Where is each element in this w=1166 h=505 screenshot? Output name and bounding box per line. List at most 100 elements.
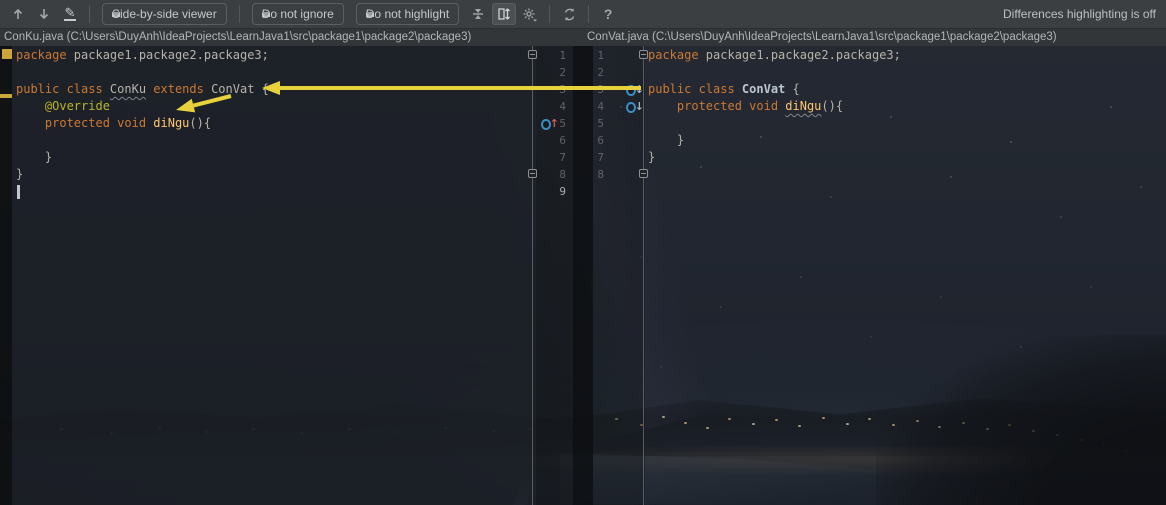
fold-marker[interactable] [528, 50, 537, 59]
sync-scrolling-icon [497, 7, 511, 21]
overrides-method-icon[interactable]: ↑ [541, 117, 559, 131]
fold-marker[interactable] [528, 169, 537, 178]
code-token: @Override [44, 99, 110, 113]
code-line[interactable] [16, 132, 532, 149]
line-number[interactable]: 6 [544, 132, 566, 149]
line-number[interactable]: 6 [588, 132, 604, 149]
code-token: } [16, 167, 24, 181]
code-token: package1.package2.package3; [698, 48, 901, 62]
fold-marker[interactable] [639, 169, 648, 178]
line-number[interactable]: 3 [588, 81, 604, 98]
text-caret [17, 185, 20, 199]
refresh-swap-button[interactable] [557, 3, 581, 25]
collapse-unchanged-button[interactable] [466, 3, 490, 25]
left-editor-marker-strip [0, 46, 12, 505]
toolbar-separator [588, 5, 590, 23]
diff-body: package package1.package2.package3; publi… [0, 46, 1166, 505]
line-number[interactable]: 4 [588, 98, 604, 115]
code-line[interactable]: protected void diNgu(){ [16, 115, 532, 132]
code-line[interactable]: package package1.package2.package3; [16, 47, 532, 64]
diff-window: ✎ Side-by-side viewer Do not ignore Do n… [0, 0, 1166, 505]
highlight-policy-label: Do not highlight [365, 7, 450, 21]
edit-file-button[interactable]: ✎ [58, 3, 82, 25]
fold-marker[interactable] [639, 50, 648, 59]
chevron-down-icon [365, 11, 374, 17]
question-mark-icon: ? [603, 6, 613, 22]
line-number[interactable]: 8 [544, 166, 566, 183]
line-number[interactable]: 1 [588, 47, 604, 64]
code-line[interactable] [16, 183, 532, 200]
previous-difference-button[interactable] [6, 3, 30, 25]
collapse-unchanged-icon [471, 7, 485, 21]
left-file-header: ConKu.java (C:\Users\DuyAnh\IdeaProjects… [4, 31, 472, 43]
right-file-header: ConVat.java (C:\Users\DuyAnh\IdeaProject… [587, 31, 1057, 43]
arrow-up-icon [12, 8, 24, 20]
ignore-policy-label: Do not ignore [261, 7, 334, 21]
ignore-policy-dropdown[interactable]: Do not ignore [251, 3, 344, 25]
code-token: ConVat { [203, 82, 269, 96]
code-token: } [16, 150, 53, 164]
line-number[interactable]: 1 [544, 47, 566, 64]
line-number[interactable]: 2 [588, 64, 604, 81]
right-code-area: package package1.package2.package3; publi… [648, 47, 1163, 183]
highlight-policy-dropdown[interactable]: Do not highlight [355, 3, 460, 25]
left-fold-guide-line [532, 46, 533, 505]
line-number[interactable]: 5 [588, 115, 604, 132]
code-line[interactable]: } [648, 132, 1163, 149]
viewer-mode-label: Side-by-side viewer [112, 7, 217, 21]
code-token: } [648, 133, 685, 147]
code-line[interactable] [648, 166, 1163, 183]
code-line[interactable]: } [16, 149, 532, 166]
right-line-numbers: 12345678 [588, 47, 604, 183]
gutter-arrow-up-icon: ↑ [549, 117, 559, 130]
code-token: ConVat [741, 82, 786, 96]
gutter-arrow-down-icon: ↓ [634, 100, 644, 113]
viewer-mode-dropdown[interactable]: Side-by-side viewer [102, 3, 227, 25]
code-line[interactable] [648, 64, 1163, 81]
line-number[interactable]: 3 [544, 81, 566, 98]
code-line[interactable]: } [648, 149, 1163, 166]
help-button[interactable]: ? [596, 3, 620, 25]
code-token: package1.package2.package3; [66, 48, 269, 62]
code-line[interactable]: public class ConVat { [648, 81, 1163, 98]
line-number[interactable]: 8 [588, 166, 604, 183]
method-is-overridden-icon[interactable]: ↓ [626, 83, 644, 97]
code-line[interactable]: } [16, 166, 532, 183]
swap-sides-icon [562, 7, 577, 22]
toolbar-separator [238, 5, 240, 23]
code-token: extends [153, 82, 204, 96]
code-line[interactable]: public class ConKu extends ConVat { [16, 81, 532, 98]
line-number[interactable]: 7 [544, 149, 566, 166]
code-token: (){ [821, 99, 844, 113]
code-token: package [648, 48, 699, 62]
file-headers: ConKu.java (C:\Users\DuyAnh\IdeaProjects… [0, 28, 1166, 46]
code-token: protected void [44, 116, 154, 130]
code-line[interactable] [648, 115, 1163, 132]
toolbar-separator [89, 5, 90, 23]
code-token: package [16, 48, 67, 62]
toolbar-separator [549, 5, 551, 23]
line-number[interactable]: 2 [544, 64, 566, 81]
line-number[interactable]: 4 [544, 98, 566, 115]
change-marker-dash [0, 94, 12, 98]
code-line[interactable]: package package1.package2.package3; [648, 47, 1163, 64]
code-line[interactable] [16, 64, 532, 81]
code-line[interactable]: protected void diNgu(){ [648, 98, 1163, 115]
line-number[interactable]: 9 [544, 183, 566, 200]
code-token: diNgu [153, 116, 190, 130]
synchronize-scrolling-button[interactable] [492, 3, 517, 25]
status-text: Differences highlighting is off [1003, 7, 1156, 21]
code-line[interactable]: @Override [16, 98, 532, 115]
code-token: } [648, 150, 656, 164]
line-number[interactable]: 7 [588, 149, 604, 166]
code-token: ConKu [109, 82, 147, 96]
code-token: public class [16, 82, 110, 96]
settings-button[interactable] [518, 3, 542, 25]
chevron-down-icon [112, 11, 120, 17]
method-is-overridden-icon[interactable]: ↓ [626, 100, 644, 114]
next-difference-button[interactable] [32, 3, 56, 25]
gutter-arrow-down-icon: ↓ [634, 83, 644, 96]
